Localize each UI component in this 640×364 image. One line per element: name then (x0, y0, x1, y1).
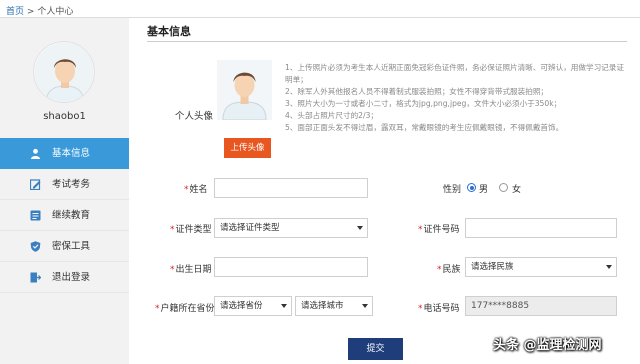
chevron-down-icon (281, 304, 287, 308)
edit-icon (30, 179, 41, 190)
name-field[interactable] (214, 178, 368, 198)
requirement-item: 1、上传照片必须为考生本人近期正面免冠彩色证件照，务必保证照片清晰、可辨认，用做… (285, 63, 624, 84)
watermark: 头条 @监理检测网 (493, 338, 602, 353)
ethnicity-label: *民族 (437, 265, 461, 275)
upload-avatar-button[interactable]: 上传头像 (224, 138, 271, 158)
sidebar-item-exam[interactable]: 考试考务 (0, 169, 129, 200)
gender-female-label: 女 (512, 185, 522, 195)
id-number-field[interactable] (465, 218, 617, 238)
id-type-label: *证件类型 (170, 225, 212, 235)
sidebar-item-label: 考试考务 (52, 179, 91, 190)
requirement-item: 4、头部占照片尺寸的2/3； (285, 111, 378, 120)
requirement-item: 5、面部正面头发不得过眉，露双耳，常戴眼镜的考生应佩戴眼镜，不得佩戴首饰。 (285, 123, 564, 132)
photo-requirements: 1、上传照片必须为考生本人近期正面免冠彩色证件照，务必保证照片清晰、可辨认，用做… (285, 62, 625, 134)
id-type-select[interactable]: 请选择证件类型 (214, 218, 368, 238)
breadcrumb-home[interactable]: 首页 (6, 7, 24, 17)
name-label: *姓名 (184, 185, 208, 195)
breadcrumb: 首页 > 个人中心 (6, 4, 74, 17)
sidebar-item-label: 密保工具 (52, 241, 91, 252)
city-select[interactable]: 请选择城市 (295, 296, 373, 316)
default-avatar-icon (217, 60, 272, 120)
gender-male-radio[interactable] (467, 183, 476, 192)
gender-female-radio[interactable] (499, 183, 508, 192)
sidebar-item-security[interactable]: 密保工具 (0, 231, 129, 262)
submit-button[interactable]: 提交 (348, 338, 403, 360)
province-value: 请选择省份 (220, 301, 263, 311)
birth-date-label: *出生日期 (170, 265, 212, 275)
avatar-label: 个人头像 (175, 111, 214, 122)
sidebar-menu: 基本信息 考试考务 继续教育 密保工具 退出登录 (0, 138, 129, 293)
title-divider (147, 41, 627, 42)
id-type-value: 请选择证件类型 (220, 223, 280, 233)
chevron-down-icon (362, 304, 368, 308)
page-title: 基本信息 (147, 25, 191, 38)
sidebar-item-label: 退出登录 (52, 272, 91, 283)
requirement-item: 3、照片大小为一寸或者小二寸，格式为jpg,png,jpeg，文件大小必须小于3… (285, 99, 562, 108)
avatar-preview (217, 60, 272, 120)
default-avatar-icon (34, 42, 94, 102)
sidebar: shaobo1 基本信息 考试考务 继续教育 密保工具 退出登录 (0, 18, 129, 364)
phone-field[interactable]: 177****8885 (465, 296, 617, 316)
avatar (33, 41, 95, 103)
chevron-down-icon (606, 265, 612, 269)
sidebar-item-label: 继续教育 (52, 210, 91, 221)
username: shaobo1 (43, 111, 86, 122)
id-number-label: *证件号码 (418, 225, 460, 235)
requirement-item: 2、除军人外其他报名人员不得着制式服装拍照；女性不得穿背带式服装拍照； (285, 87, 549, 96)
shield-icon (30, 241, 41, 252)
gender-label: 性别 (443, 185, 462, 195)
hukou-province-label: *户籍所在省份 (155, 304, 215, 314)
ethnicity-value: 请选择民族 (471, 262, 514, 272)
sidebar-item-label: 基本信息 (52, 148, 91, 159)
sidebar-item-logout[interactable]: 退出登录 (0, 262, 129, 293)
list-icon (30, 210, 41, 221)
gender-male-label: 男 (479, 185, 489, 195)
province-select[interactable]: 请选择省份 (214, 296, 292, 316)
breadcrumb-separator: > (26, 7, 35, 17)
phone-label: *电话号码 (418, 304, 460, 314)
sidebar-item-basic-info[interactable]: 基本信息 (0, 138, 129, 169)
ethnicity-select[interactable]: 请选择民族 (465, 257, 617, 277)
user-icon (31, 148, 40, 159)
logout-icon (30, 272, 41, 283)
city-value: 请选择城市 (301, 301, 344, 311)
sidebar-item-education[interactable]: 继续教育 (0, 200, 129, 231)
birth-date-field[interactable] (214, 257, 368, 277)
breadcrumb-current: 个人中心 (37, 7, 74, 17)
chevron-down-icon (357, 226, 363, 230)
